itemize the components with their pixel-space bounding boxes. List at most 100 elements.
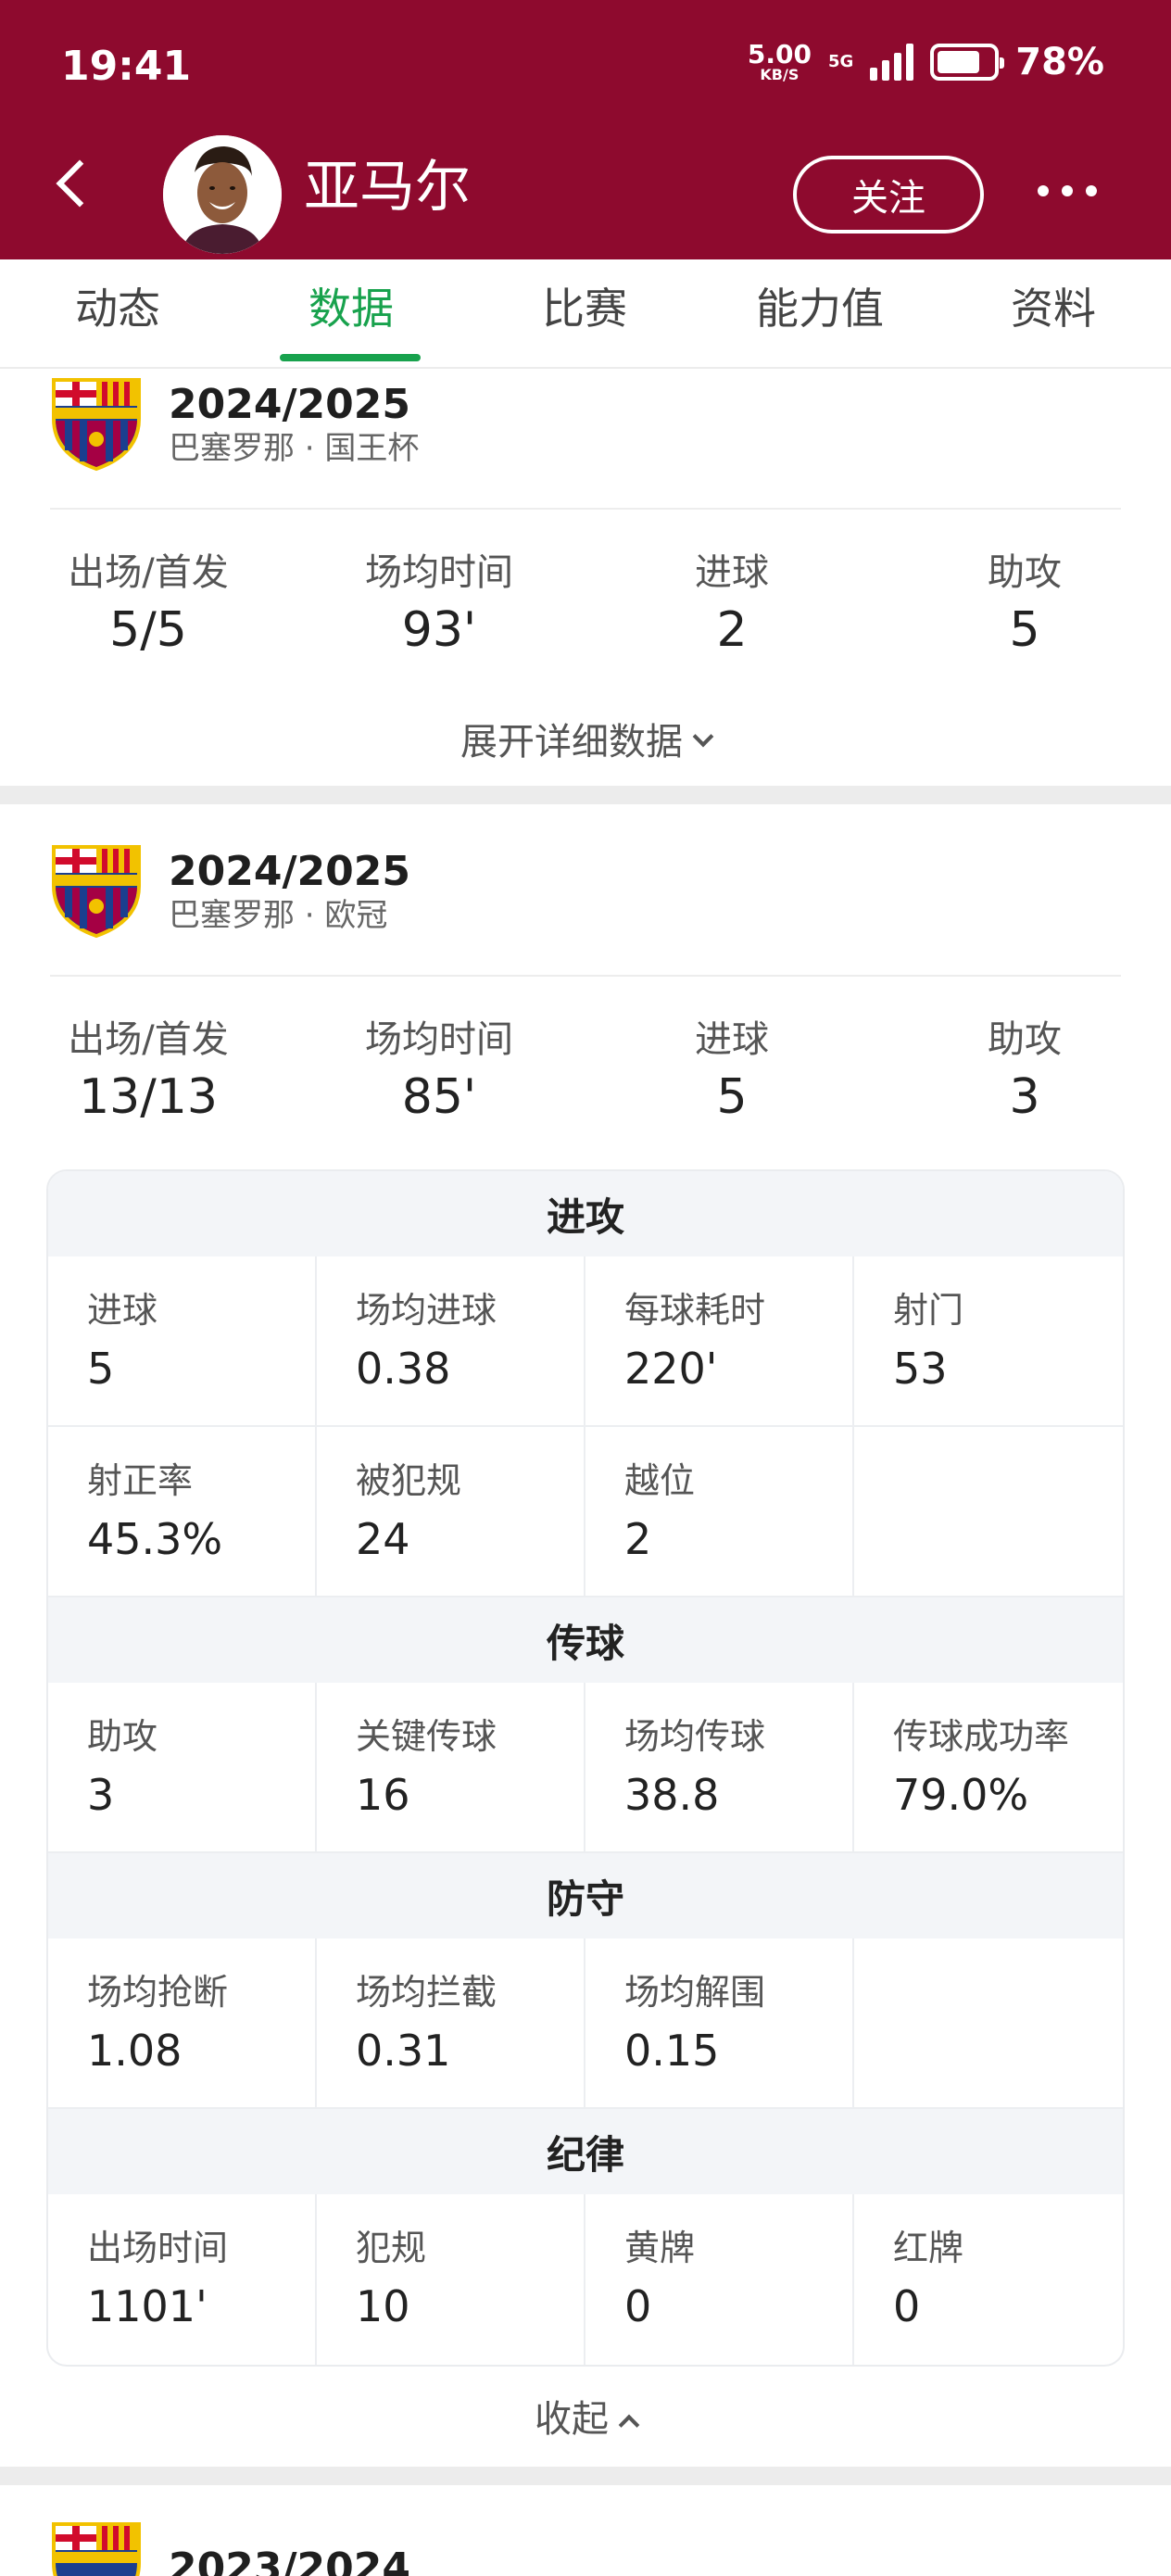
tab-bar: 动态 数据 比赛 能力值 资料 <box>0 259 1171 367</box>
player-name: 亚马尔 <box>304 155 471 220</box>
cell-label: 黄牌 <box>624 2228 696 2268</box>
empty-cell <box>854 1938 1123 2109</box>
cell-value: 10 <box>356 2280 410 2331</box>
collapse-details-button[interactable]: 收起 <box>0 2389 1171 2443</box>
battery-percent: 78% <box>1015 41 1104 83</box>
stat-cell: 被犯规 24 <box>317 1427 586 1597</box>
cell-label: 出场时间 <box>87 2228 229 2268</box>
club-meta: 2024/2025 巴塞罗那 · 国王杯 <box>169 381 419 468</box>
status-icons: 5.00 KB/S 5G 78% <box>748 41 1104 83</box>
fcb-crest-icon <box>52 845 141 939</box>
stat-minutes: 场均时间 93' <box>291 550 587 661</box>
tab-profile[interactable]: 资料 <box>936 284 1171 335</box>
stat-cell: 进球 5 <box>48 1256 317 1427</box>
season-label: 2024/2025 <box>169 381 410 429</box>
divider <box>50 975 1121 977</box>
stat-assists: 助攻 3 <box>876 1017 1171 1128</box>
cell-label: 场均进球 <box>356 1290 497 1331</box>
stat-cell: 关键传球 16 <box>317 1683 586 1853</box>
stat-cell: 出场时间 1101' <box>48 2194 317 2365</box>
stat-cell: 射正率 45.3% <box>48 1427 317 1597</box>
cell-value: 0.31 <box>356 2025 451 2076</box>
section-header-attack: 进攻 <box>48 1171 1123 1256</box>
stat-assists: 助攻 5 <box>876 550 1171 661</box>
stat-label: 场均时间 <box>365 1018 513 1061</box>
club-meta: 2024/2025 巴塞罗那 · 欧冠 <box>169 848 410 935</box>
chevron-up-icon <box>618 2414 640 2436</box>
cell-label: 越位 <box>624 1460 696 1501</box>
network-speed: 5.00 KB/S <box>748 42 812 82</box>
attack-grid: 进球 5 场均进球 0.38 每球耗时 220' 射门 53 射正率 45.3% 被犯规 2… <box>48 1256 1123 1597</box>
follow-button[interactable]: 关注 <box>793 156 984 234</box>
stat-cell: 越位 2 <box>586 1427 854 1597</box>
stat-cell: 场均抢断 1.08 <box>48 1938 317 2109</box>
defense-grid: 场均抢断 1.08 场均拦截 0.31 场均解围 0.15 <box>48 1938 1123 2109</box>
stat-value: 93' <box>401 602 477 658</box>
avatar <box>163 135 282 254</box>
cell-value: 0.15 <box>624 2025 720 2076</box>
season-label: 2023/2024 <box>169 2544 410 2576</box>
stat-cell: 传球成功率 79.0% <box>854 1683 1123 1853</box>
stat-label: 助攻 <box>988 551 1062 594</box>
network-speed-value: 5.00 <box>747 39 812 69</box>
stat-cell: 红牌 0 <box>854 2194 1123 2365</box>
cell-label: 犯规 <box>356 2228 427 2268</box>
cell-label: 场均解围 <box>624 1972 766 2013</box>
signal-icon <box>870 44 914 81</box>
tab-matches[interactable]: 比赛 <box>467 284 702 335</box>
stat-value: 5 <box>716 1069 748 1125</box>
stat-cell: 射门 53 <box>854 1256 1123 1427</box>
stat-label: 助攻 <box>988 1018 1062 1061</box>
battery-level <box>938 51 980 73</box>
club-header: 2024/2025 巴塞罗那 · 国王杯 <box>50 376 419 473</box>
back-icon[interactable] <box>56 159 104 208</box>
cell-value: 1101' <box>87 2280 208 2331</box>
collapse-label: 收起 <box>535 2398 609 2441</box>
cell-label: 射门 <box>893 1290 964 1331</box>
cell-label: 进球 <box>87 1290 158 1331</box>
cell-value: 220' <box>624 1343 718 1394</box>
cell-label: 被犯规 <box>356 1460 462 1501</box>
tab-news[interactable]: 动态 <box>0 284 235 335</box>
app-header: 19:41 5.00 KB/S 5G 78% 亚马尔 关注 <box>0 0 1171 259</box>
cell-value: 45.3% <box>87 1513 223 1564</box>
cell-value: 0.38 <box>356 1343 451 1394</box>
stat-label: 出场/首发 <box>68 551 229 594</box>
tab-stats[interactable]: 数据 <box>233 284 469 335</box>
stat-cell: 场均拦截 0.31 <box>317 1938 586 2109</box>
club-header: 2024/2025 巴塞罗那 · 欧冠 <box>50 843 410 940</box>
tab-ratings[interactable]: 能力值 <box>702 284 938 335</box>
cell-value: 0 <box>893 2280 921 2331</box>
stat-label: 场均时间 <box>365 551 513 594</box>
chevron-down-icon <box>692 726 714 748</box>
cell-label: 传球成功率 <box>893 1716 1070 1757</box>
stat-cell: 犯规 10 <box>317 2194 586 2365</box>
stat-value: 3 <box>1009 1069 1040 1125</box>
stat-minutes: 场均时间 85' <box>291 1017 587 1128</box>
stat-value: 5 <box>1009 602 1040 658</box>
detailed-stats-table: 进攻 进球 5 场均进球 0.38 每球耗时 220' 射门 53 射正率 45.3% 被… <box>46 1169 1125 2367</box>
section-header-discipline: 纪律 <box>48 2109 1123 2194</box>
stat-cell: 每球耗时 220' <box>586 1256 854 1427</box>
more-icon[interactable] <box>1038 185 1097 196</box>
cell-value: 38.8 <box>624 1769 720 1820</box>
stat-goals: 进球 5 <box>584 1017 880 1128</box>
cell-label: 助攻 <box>87 1716 158 1757</box>
expand-details-button[interactable]: 展开详细数据 <box>0 712 1171 765</box>
stat-value: 13/13 <box>79 1069 218 1125</box>
battery-icon <box>930 44 1005 81</box>
cell-label: 每球耗时 <box>624 1290 766 1331</box>
cell-value: 1.08 <box>87 2025 183 2076</box>
competition-label: 巴塞罗那 · 国王杯 <box>169 430 420 467</box>
cell-value: 53 <box>893 1343 948 1394</box>
stat-label: 出场/首发 <box>68 1018 229 1061</box>
discipline-grid: 出场时间 1101' 犯规 10 黄牌 0 红牌 0 <box>48 2194 1123 2365</box>
stat-value: 2 <box>716 602 748 658</box>
active-tab-indicator <box>280 354 421 361</box>
passing-grid: 助攻 3 关键传球 16 场均传球 38.8 传球成功率 79.0% <box>48 1683 1123 1853</box>
season-card-2023: 2023/2024 <box>0 2485 1171 2576</box>
cell-value: 79.0% <box>893 1769 1029 1820</box>
fcb-crest-icon <box>52 2522 141 2576</box>
cell-label: 场均拦截 <box>356 1972 497 2013</box>
cell-value: 2 <box>624 1513 652 1564</box>
